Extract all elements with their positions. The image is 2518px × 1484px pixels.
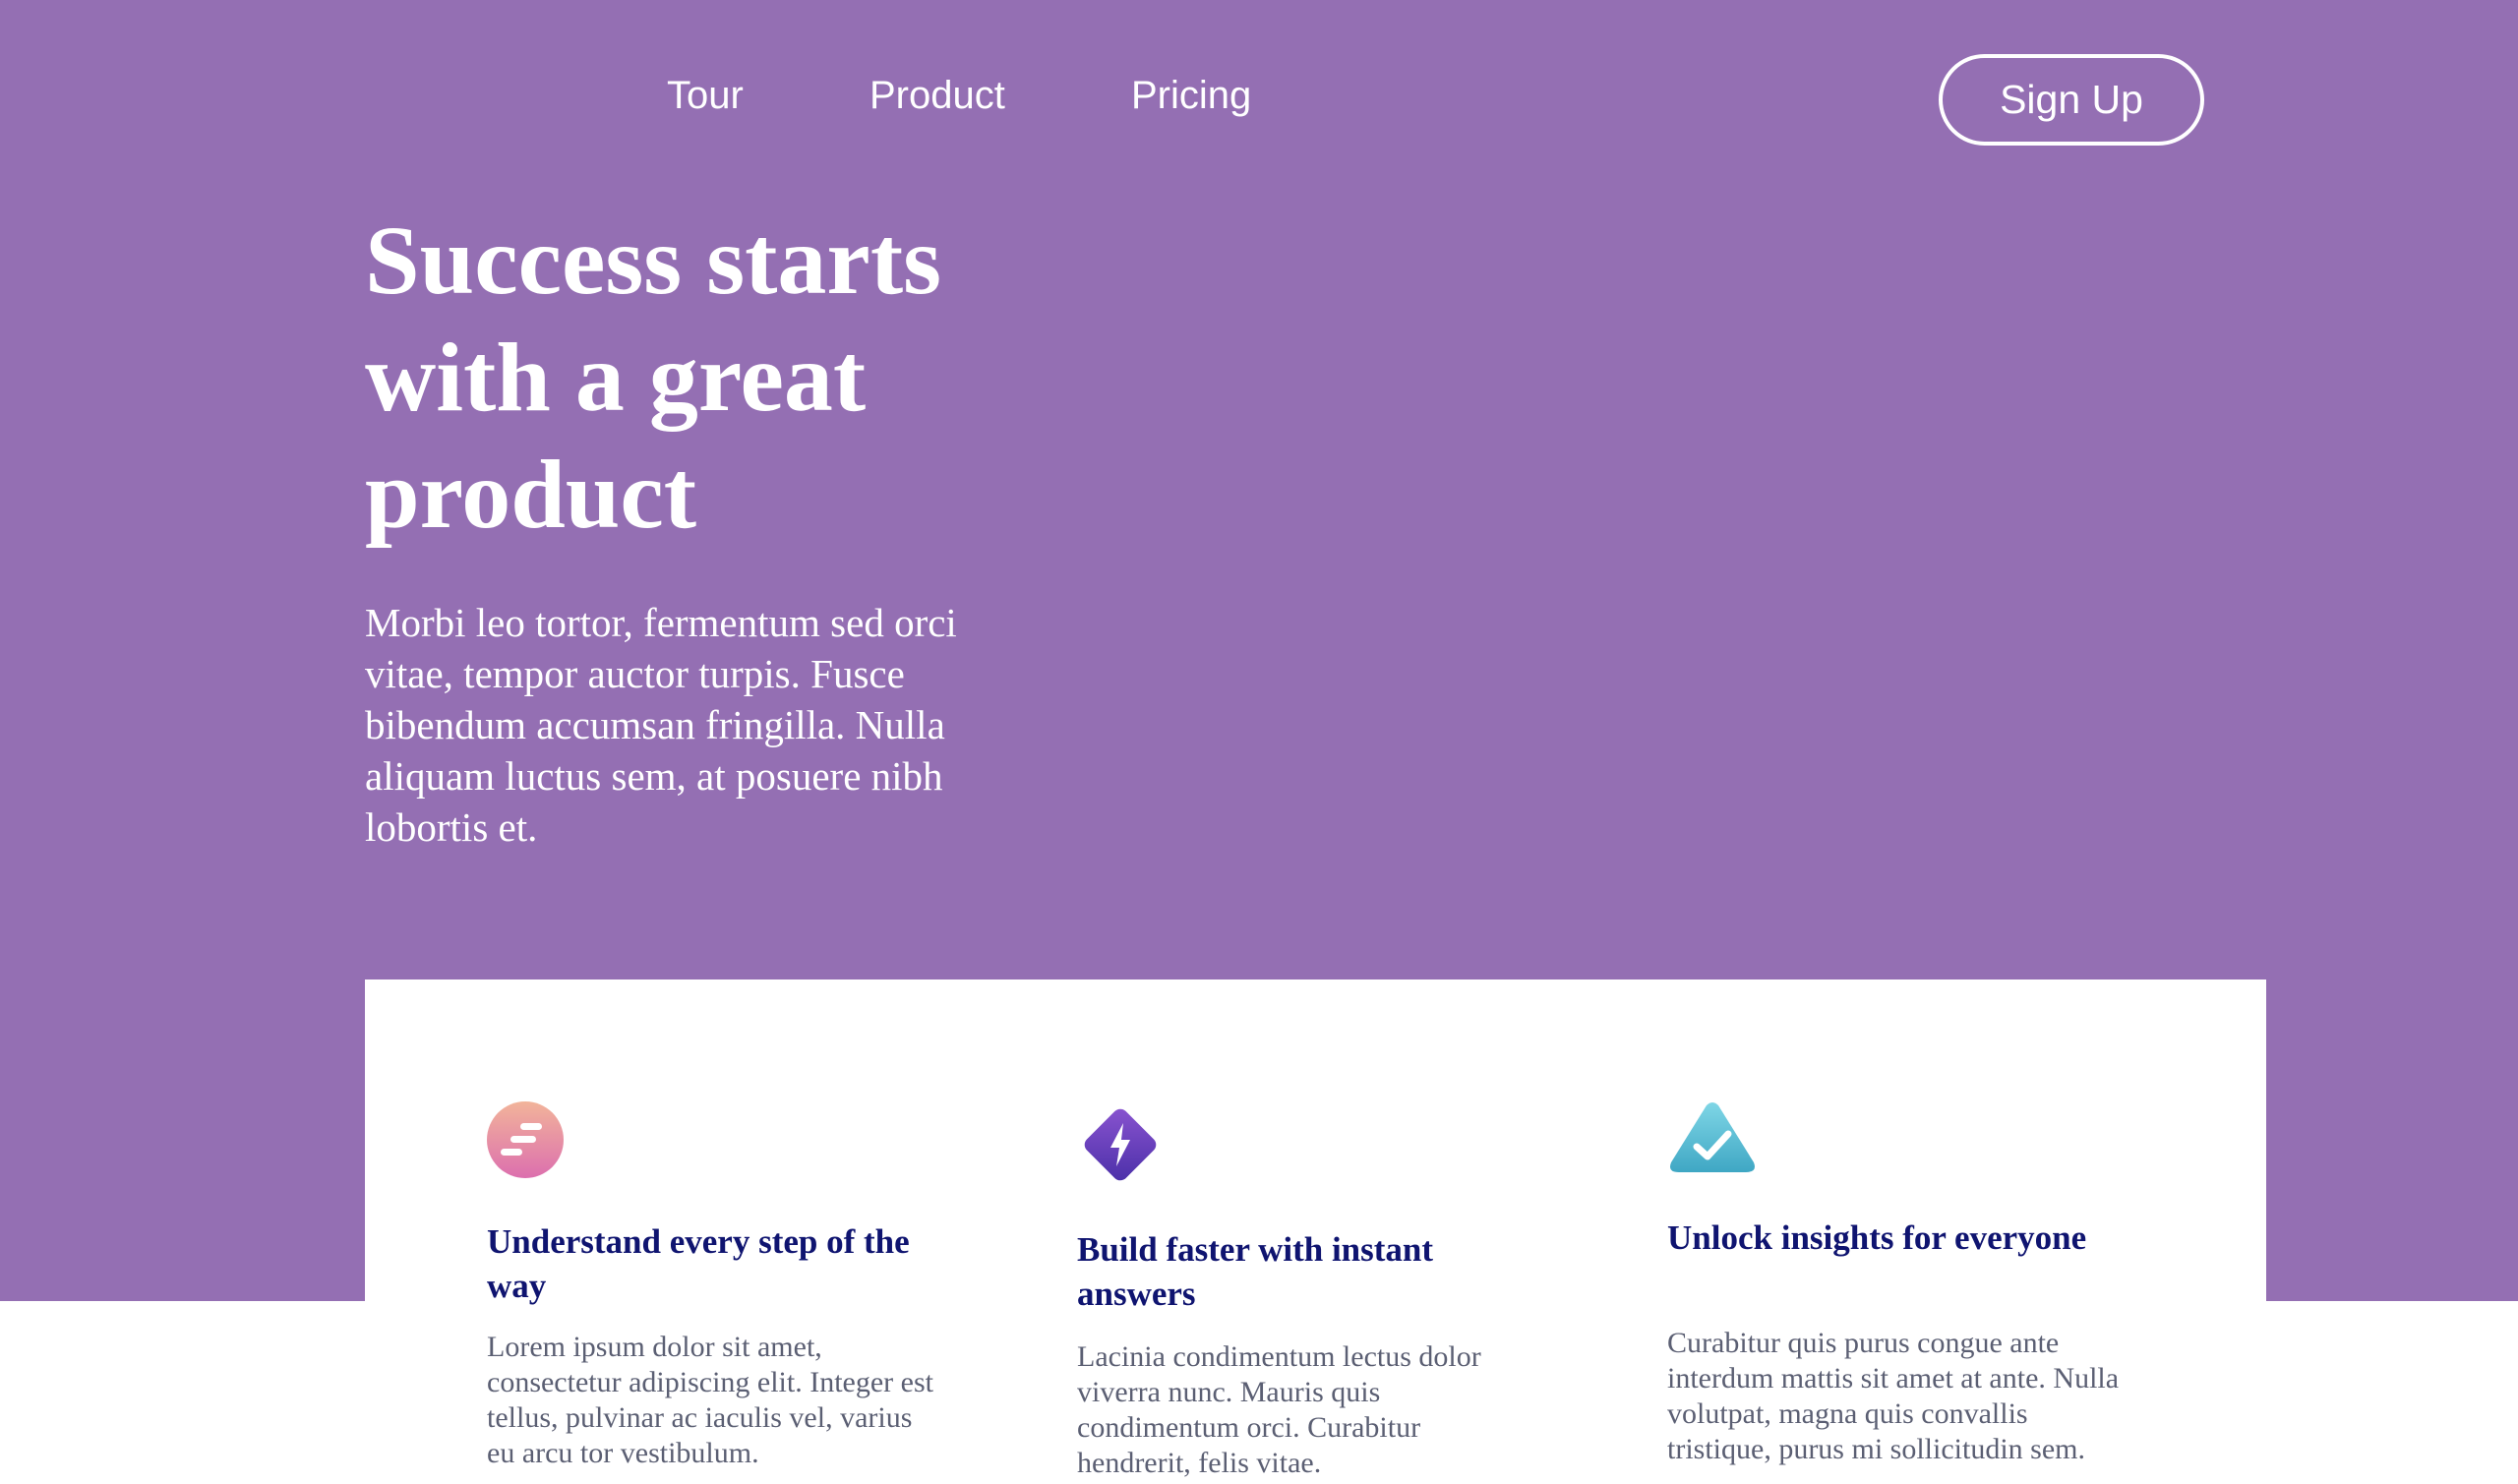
hero-description: Morbi leo tortor, fermentum sed orci vit… bbox=[365, 600, 957, 850]
steps-icon bbox=[487, 1101, 564, 1183]
lightning-icon bbox=[1077, 1101, 1164, 1193]
feature-title: Understand every step of the way bbox=[487, 1222, 910, 1305]
feature-description: Lacinia condimentum lectus dolor viverra… bbox=[1077, 1340, 1481, 1479]
check-triangle-icon bbox=[1667, 1101, 1758, 1179]
hero-title: Success starts with a great product bbox=[365, 206, 942, 549]
feature-title: Unlock insights for everyone bbox=[1667, 1218, 2087, 1257]
nav-link-product[interactable]: Product bbox=[869, 71, 1005, 120]
sign-up-button[interactable]: Sign Up bbox=[1939, 54, 2204, 146]
feature-description: Lorem ipsum dolor sit amet, consectetur … bbox=[487, 1331, 933, 1469]
features-card: Understand every step of the way Lorem i… bbox=[365, 979, 2266, 1484]
feature-description: Curabitur quis purus congue ante interdu… bbox=[1667, 1327, 2120, 1465]
nav-link-tour[interactable]: Tour bbox=[667, 71, 744, 120]
feature-title: Build faster with instant answers bbox=[1077, 1230, 1434, 1313]
nav-link-pricing[interactable]: Pricing bbox=[1131, 71, 1251, 120]
